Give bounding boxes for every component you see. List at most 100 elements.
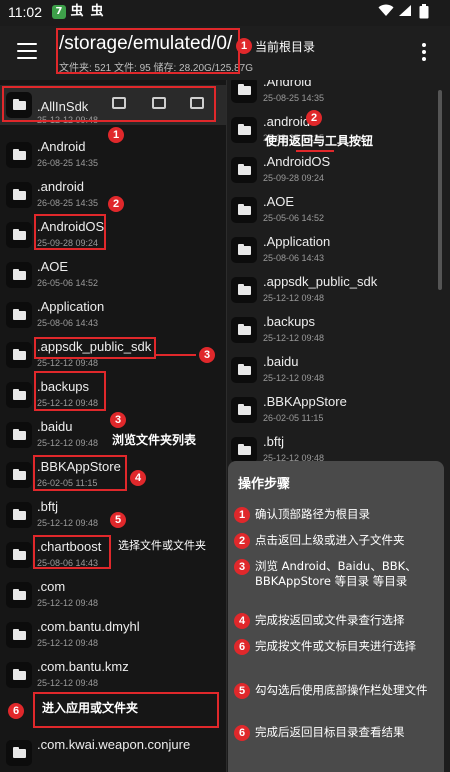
list-item[interactable]: .backups 25-12-12 09:48	[227, 310, 450, 350]
step-text: 浏览 Android、Baidu、BBK、BBKAppStore 等目录 等目录	[255, 559, 417, 588]
file-date: 25-08-25 14:35	[263, 93, 325, 103]
step-text: 确认顶部路径为根目录	[255, 507, 370, 521]
file-date: 26-02-05 11:15	[263, 413, 324, 423]
more-options-icon[interactable]	[422, 43, 428, 61]
file-date: 25-12-12 09:48	[37, 438, 99, 448]
list-item[interactable]: .AndroidOS 25-09-28 09:24	[227, 150, 450, 190]
file-date: 25-12-12 09:48	[263, 373, 325, 383]
folder-icon	[231, 437, 257, 463]
folder-icon	[6, 302, 32, 328]
step-badge: 2	[234, 533, 250, 549]
file-name: .baidu	[37, 419, 73, 434]
appsdk-connector	[156, 354, 196, 356]
file-date: 25-12-12 09:48	[37, 598, 99, 608]
list-item[interactable]: .com.bantu.kmz 25-12-12 09:48	[0, 655, 226, 695]
file-name: .Android	[37, 139, 86, 154]
step-badge: 6	[234, 639, 250, 655]
bug-app-icon: 虫	[70, 4, 84, 19]
badge-1-left: 1	[108, 127, 124, 143]
folder-icon	[231, 277, 257, 303]
badge-3-browse: 3	[110, 412, 126, 428]
folder-icon	[6, 622, 32, 648]
file-date: 25-12-12 09:48	[37, 638, 99, 648]
folder-icon	[6, 582, 32, 608]
badge-2-left: 2	[108, 196, 124, 212]
right-scrollbar[interactable]	[438, 90, 442, 290]
step-text: 勾勾选后使用底部操作栏处理文件	[255, 683, 428, 697]
first-row-highlight	[2, 86, 216, 122]
file-date: 25-08-06 14:43	[37, 318, 99, 328]
folder-icon	[6, 182, 32, 208]
list-item[interactable]: .Application 25-08-06 14:43	[227, 230, 450, 270]
file-name: .Android	[263, 80, 312, 89]
step-badge: 1	[234, 507, 250, 523]
folder-icon	[231, 237, 257, 263]
androidos-highlight	[34, 214, 106, 250]
badge-5-select: 5	[110, 512, 126, 528]
path-highlight-box	[56, 28, 240, 74]
list-item[interactable]: .appsdk_public_sdk 25-12-12 09:48	[227, 270, 450, 310]
file-name: .Application	[37, 299, 105, 314]
file-date: 26-05-06 14:52	[37, 278, 99, 288]
step-badge: 6	[234, 725, 250, 741]
badge-3-appsdk: 3	[199, 347, 215, 363]
folder-icon	[6, 662, 32, 688]
menu-icon[interactable]	[17, 43, 37, 59]
app-7-icon: 7	[52, 5, 66, 19]
file-name: .Application	[263, 234, 331, 249]
list-item[interactable]: .BBKAppStore 26-02-05 11:15	[227, 390, 450, 430]
badge-6-enter: 6	[8, 703, 24, 719]
steps-title: 操作步骤	[238, 477, 291, 492]
folder-icon	[231, 357, 257, 383]
list-item[interactable]: .AOE 25-05-06 14:52	[227, 190, 450, 230]
file-date: 25-12-12 09:48	[263, 293, 325, 303]
list-item[interactable]: .AOE 26-05-06 14:52	[0, 255, 226, 295]
folder-icon	[6, 502, 32, 528]
browse-note: 浏览文件夹列表	[112, 433, 197, 447]
path-caption: 当前根目录	[255, 40, 316, 54]
folder-icon	[231, 117, 257, 143]
file-date: 25-09-28 09:24	[263, 173, 325, 183]
status-bar: 11:02 7 虫 虫	[0, 0, 450, 26]
folder-icon	[231, 317, 257, 343]
list-item[interactable]: .Application 25-08-06 14:43	[0, 295, 226, 335]
folder-icon	[6, 142, 32, 168]
list-item[interactable]: .com 25-12-12 09:48	[0, 575, 226, 615]
back-tools-underline	[296, 150, 334, 152]
badge-4-left: 4	[130, 470, 146, 486]
folder-icon	[6, 342, 32, 368]
folder-icon	[6, 222, 32, 248]
folder-icon	[6, 462, 32, 488]
list-item[interactable]: .Android 25-08-25 14:35	[227, 80, 450, 110]
path-badge: 1	[236, 38, 252, 54]
folder-icon	[231, 397, 257, 423]
folder-icon	[231, 157, 257, 183]
file-name: .com	[37, 579, 66, 594]
chartboost-highlight	[33, 535, 111, 569]
file-name: .com.kwai.weapon.conjure	[37, 737, 191, 752]
list-item[interactable]: .com.bantu.dmyhl 25-12-12 09:48	[0, 615, 226, 655]
list-item[interactable]: .baidu 25-12-12 09:48	[227, 350, 450, 390]
signal-icon	[398, 4, 412, 21]
file-name: .bftj	[263, 434, 284, 449]
file-name: .com.bantu.kmz	[37, 659, 129, 674]
file-name: .android	[263, 114, 310, 129]
folder-icon	[6, 382, 32, 408]
wifi-icon	[378, 4, 394, 21]
file-date: 25-08-06 14:43	[263, 253, 325, 263]
file-name: .AOE	[263, 194, 295, 209]
step-badge: 4	[234, 613, 250, 629]
status-time: 11:02	[8, 4, 42, 20]
select-note: 选择文件或文件夹	[118, 539, 206, 552]
step-text: 完成按文件或文标目夹进行选择	[255, 639, 416, 653]
file-name: .appsdk_public_sdk	[263, 274, 378, 289]
steps-panel: 操作步骤 1 确认顶部路径为根目录 2 点击返回上级或进入子文件夹 3 浏览 A…	[228, 461, 444, 772]
appsdk-highlight	[34, 337, 156, 359]
battery-icon	[419, 4, 429, 23]
folder-icon	[231, 80, 257, 103]
step-badge: 5	[234, 683, 250, 699]
back-tools-note: 使用返回与工具按钮	[265, 134, 374, 148]
file-name: .baidu	[263, 354, 299, 369]
list-item[interactable]: .com.kwai.weapon.conjure	[0, 733, 226, 772]
folder-icon	[6, 422, 32, 448]
